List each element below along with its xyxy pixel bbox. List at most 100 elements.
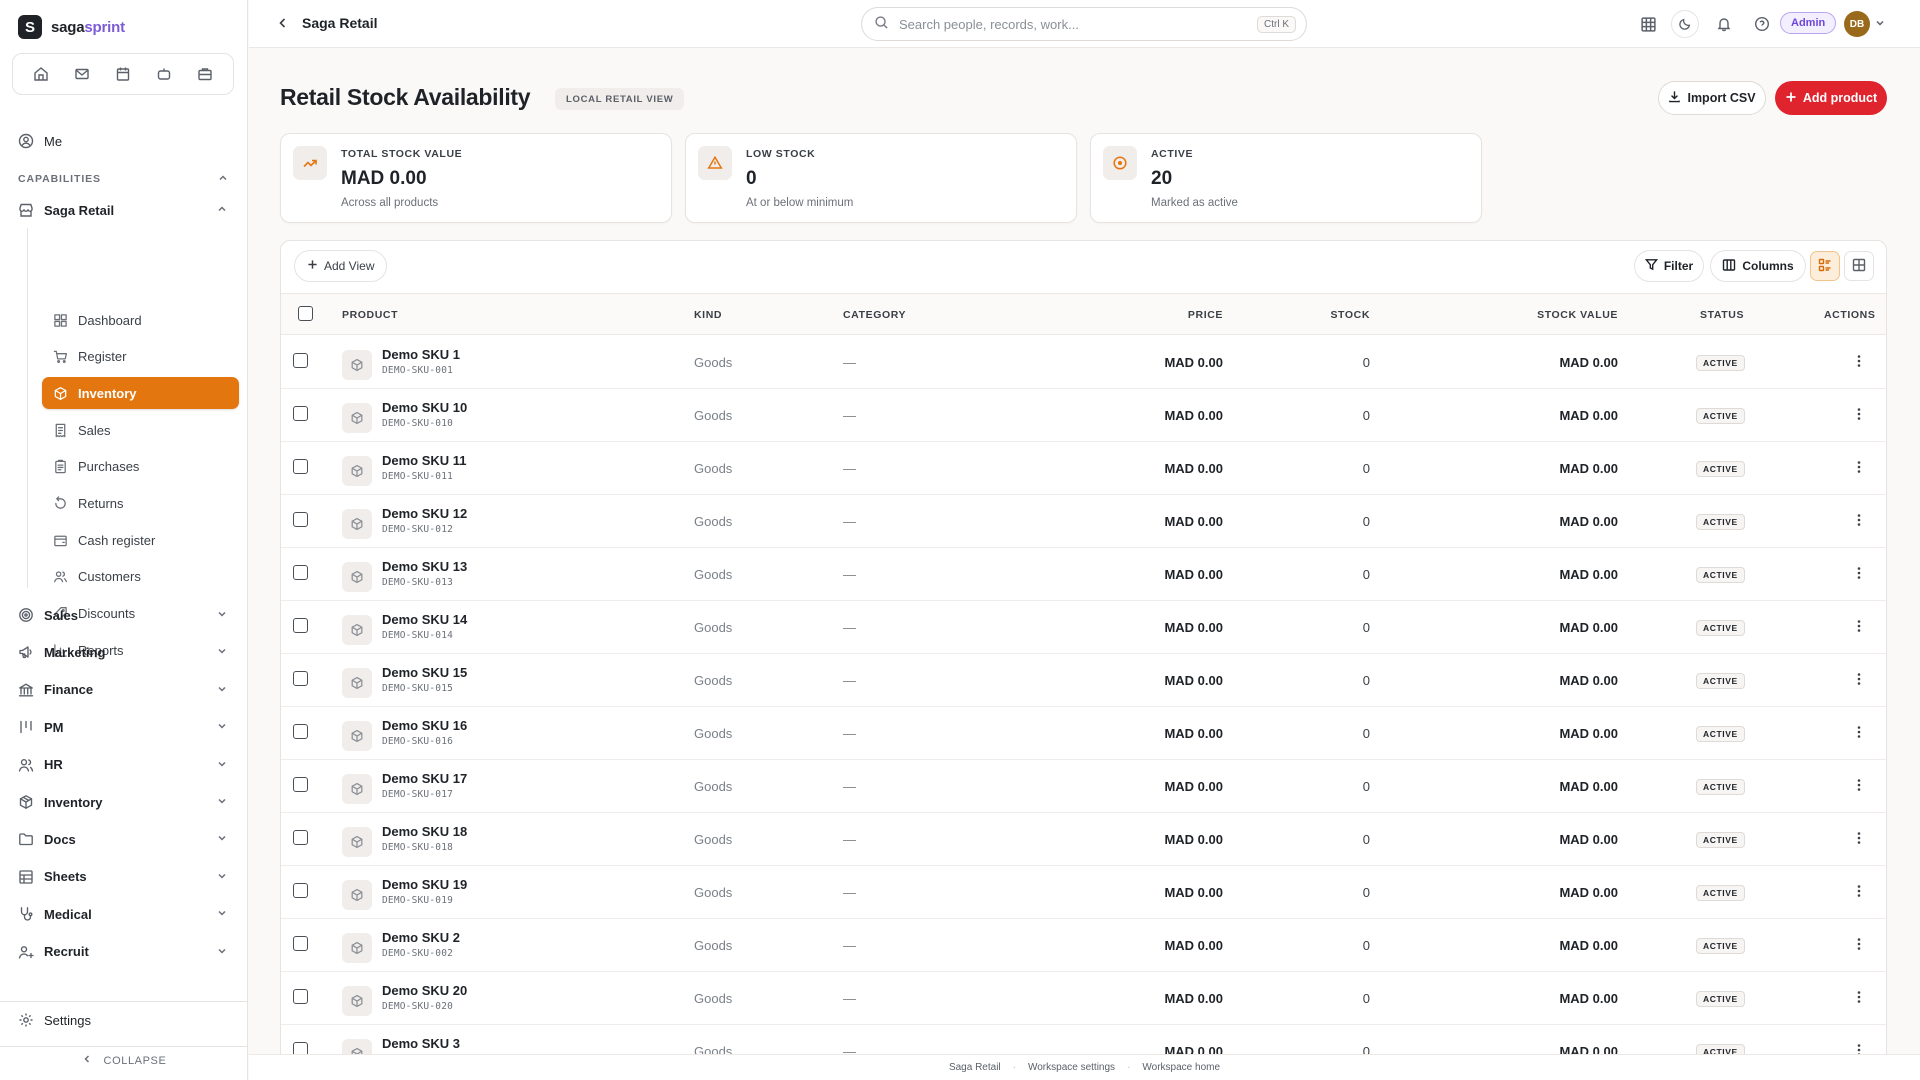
nav-item-me[interactable]: Me <box>0 126 248 156</box>
sidebar-item-customers[interactable]: Customers <box>42 561 239 593</box>
column-header-kind[interactable]: KIND <box>694 309 722 321</box>
nav-group-inventory[interactable]: Inventory <box>0 787 248 817</box>
briefcase-icon[interactable] <box>190 59 220 89</box>
sidebar-item-register[interactable]: Register <box>42 341 239 373</box>
nav-group-finance[interactable]: Finance <box>0 675 248 705</box>
bot-icon[interactable] <box>149 59 179 89</box>
back-chevron-icon[interactable] <box>276 16 290 33</box>
product-name[interactable]: Demo SKU 2 <box>382 930 460 945</box>
add-view-button[interactable]: Add View <box>294 250 388 282</box>
more-actions-icon[interactable] <box>1852 884 1866 901</box>
nav-group-marketing[interactable]: Marketing <box>0 637 248 667</box>
product-name[interactable]: Demo SKU 12 <box>382 506 467 521</box>
calendar-icon[interactable] <box>108 59 138 89</box>
row-checkbox[interactable] <box>293 406 308 421</box>
table-row[interactable]: Demo SKU 12 DEMO-SKU-012 Goods — MAD 0.00 0 MA… <box>281 495 1886 548</box>
row-checkbox[interactable] <box>293 724 308 739</box>
chevron-up-icon[interactable] <box>217 172 229 187</box>
column-header-price[interactable]: PRICE <box>1188 309 1223 321</box>
product-name[interactable]: Demo SKU 10 <box>382 400 467 415</box>
table-row[interactable]: Demo SKU 16 DEMO-SKU-016 Goods — MAD 0.00 0 MA… <box>281 707 1886 760</box>
select-all-checkbox[interactable] <box>298 306 313 321</box>
product-name[interactable]: Demo SKU 15 <box>382 665 467 680</box>
column-header-category[interactable]: CATEGORY <box>843 309 906 321</box>
row-checkbox[interactable] <box>293 883 308 898</box>
nav-group-saga-retail[interactable]: Saga Retail <box>0 195 248 225</box>
nav-group-hr[interactable]: HR <box>0 750 248 780</box>
table-row[interactable]: Demo SKU 1 DEMO-SKU-001 Goods — MAD 0.00 0 MAD… <box>281 336 1886 389</box>
row-checkbox[interactable] <box>293 777 308 792</box>
more-actions-icon[interactable] <box>1852 831 1866 848</box>
more-actions-icon[interactable] <box>1852 460 1866 477</box>
nav-group-medical[interactable]: Medical <box>0 899 248 929</box>
more-actions-icon[interactable] <box>1852 990 1866 1007</box>
nav-group-sheets[interactable]: Sheets <box>0 862 248 892</box>
row-checkbox[interactable] <box>293 512 308 527</box>
more-actions-icon[interactable] <box>1852 513 1866 530</box>
product-name[interactable]: Demo SKU 18 <box>382 824 467 839</box>
column-header-stock-value[interactable]: STOCK VALUE <box>1537 309 1618 321</box>
row-checkbox[interactable] <box>293 671 308 686</box>
product-name[interactable]: Demo SKU 11 <box>382 453 467 468</box>
table-row[interactable]: Demo SKU 10 DEMO-SKU-010 Goods — MAD 0.00 0 MA… <box>281 389 1886 442</box>
more-actions-icon[interactable] <box>1852 778 1866 795</box>
row-checkbox[interactable] <box>293 459 308 474</box>
row-checkbox[interactable] <box>293 353 308 368</box>
nav-group-recruit[interactable]: Recruit <box>0 937 248 967</box>
table-row[interactable]: Demo SKU 19 DEMO-SKU-019 Goods — MAD 0.00 0 MA… <box>281 866 1886 919</box>
table-row[interactable]: Demo SKU 15 DEMO-SKU-015 Goods — MAD 0.00 0 MA… <box>281 654 1886 707</box>
table-row[interactable]: Demo SKU 18 DEMO-SKU-018 Goods — MAD 0.00 0 MA… <box>281 813 1886 866</box>
user-menu[interactable]: DB <box>1844 11 1896 37</box>
more-actions-icon[interactable] <box>1852 725 1866 742</box>
product-name[interactable]: Demo SKU 14 <box>382 612 467 627</box>
global-search[interactable]: Search people, records, work... Ctrl K <box>861 7 1307 41</box>
columns-button[interactable]: Columns <box>1710 250 1806 282</box>
sidebar-item-purchases[interactable]: Purchases <box>42 451 239 483</box>
breadcrumb[interactable]: Saga Retail <box>302 15 377 31</box>
brand-logo[interactable]: S sagasprint <box>18 15 125 39</box>
product-name[interactable]: Demo SKU 19 <box>382 877 467 892</box>
table-row[interactable]: Demo SKU 11 DEMO-SKU-011 Goods — MAD 0.00 0 MA… <box>281 442 1886 495</box>
table-row[interactable]: Demo SKU 2 DEMO-SKU-002 Goods — MAD 0.00 0 MAD… <box>281 919 1886 972</box>
sidebar-item-returns[interactable]: Returns <box>42 488 239 520</box>
home-icon[interactable] <box>26 59 56 89</box>
help-icon[interactable] <box>1748 10 1776 38</box>
bell-icon[interactable] <box>1710 10 1738 38</box>
grid-view-toggle[interactable] <box>1844 251 1874 281</box>
more-actions-icon[interactable] <box>1852 619 1866 636</box>
column-header-product[interactable]: PRODUCT <box>342 309 398 321</box>
column-header-status[interactable]: STATUS <box>1700 309 1744 321</box>
more-actions-icon[interactable] <box>1852 407 1866 424</box>
more-actions-icon[interactable] <box>1852 937 1866 954</box>
product-name[interactable]: Demo SKU 3 <box>382 1036 460 1051</box>
import-csv-button[interactable]: Import CSV <box>1658 81 1766 115</box>
product-name[interactable]: Demo SKU 1 <box>382 347 460 362</box>
row-checkbox[interactable] <box>293 618 308 633</box>
row-checkbox[interactable] <box>293 989 308 1004</box>
more-actions-icon[interactable] <box>1852 566 1866 583</box>
sidebar-item-cash-register[interactable]: Cash register <box>42 524 239 556</box>
role-badge[interactable]: Admin <box>1780 12 1837 34</box>
nav-group-sales[interactable]: Sales <box>0 600 248 630</box>
search-input[interactable]: Search people, records, work... <box>899 17 1247 32</box>
row-checkbox[interactable] <box>293 830 308 845</box>
list-view-toggle[interactable] <box>1810 251 1840 281</box>
product-name[interactable]: Demo SKU 16 <box>382 718 467 733</box>
row-checkbox[interactable] <box>293 565 308 580</box>
apps-grid-icon[interactable] <box>1634 10 1662 38</box>
product-name[interactable]: Demo SKU 20 <box>382 983 467 998</box>
nav-group-pm[interactable]: PM <box>0 712 248 742</box>
sidebar-item-sales[interactable]: Sales <box>42 414 239 446</box>
nav-group-docs[interactable]: Docs <box>0 824 248 854</box>
settings-nav[interactable]: Settings <box>0 1001 248 1037</box>
footer-link-workspace-home[interactable]: Workspace home <box>1142 1062 1220 1073</box>
row-checkbox[interactable] <box>293 936 308 951</box>
moon-icon[interactable] <box>1671 10 1699 38</box>
product-name[interactable]: Demo SKU 17 <box>382 771 467 786</box>
table-row[interactable]: Demo SKU 17 DEMO-SKU-017 Goods — MAD 0.00 0 MA… <box>281 760 1886 813</box>
footer-link-workspace-settings[interactable]: Workspace settings <box>1028 1062 1115 1073</box>
table-row[interactable]: Demo SKU 14 DEMO-SKU-014 Goods — MAD 0.00 0 MA… <box>281 601 1886 654</box>
column-header-stock[interactable]: STOCK <box>1330 309 1370 321</box>
sidebar-item-dashboard[interactable]: Dashboard <box>42 304 239 336</box>
more-actions-icon[interactable] <box>1852 672 1866 689</box>
